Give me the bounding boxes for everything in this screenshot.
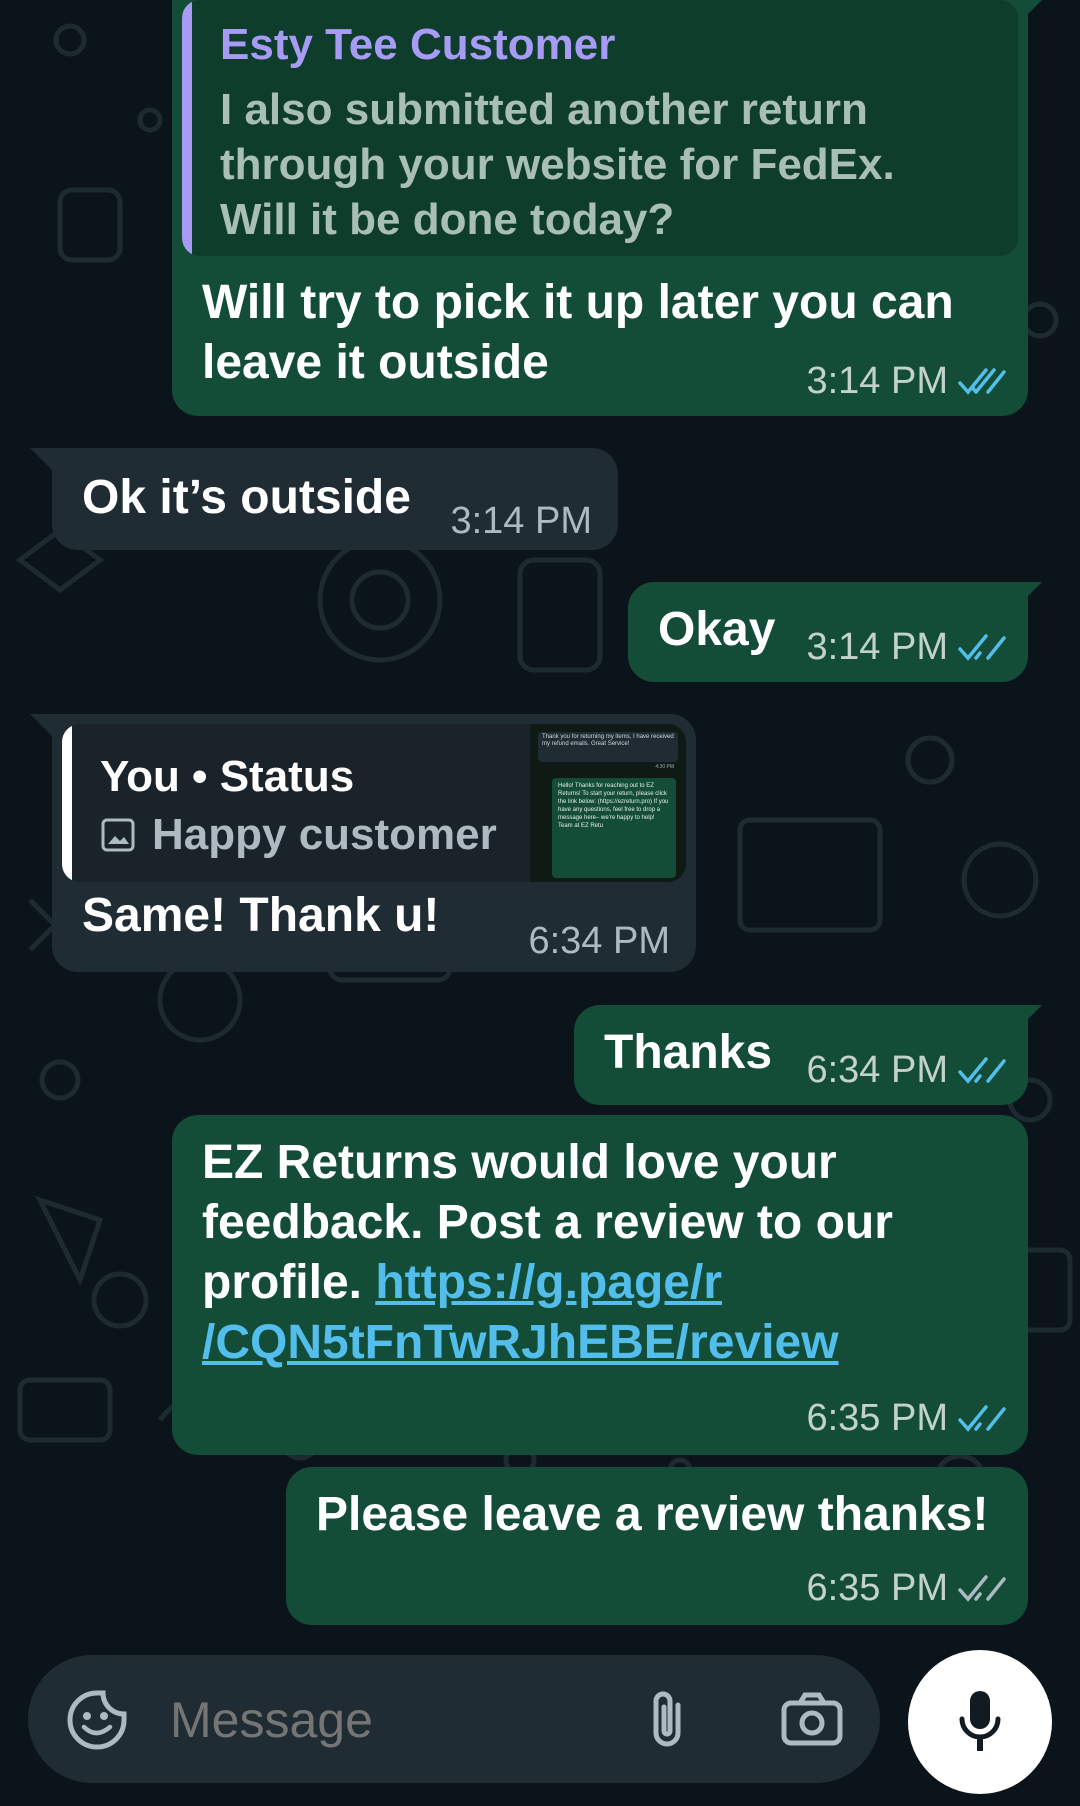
quote-status-line: Happy customer xyxy=(100,810,497,860)
status-thumbnail[interactable]: Thank you for returning my items, I have… xyxy=(530,724,686,882)
delivered-receipt-icon xyxy=(958,1574,1006,1602)
bubble-tail xyxy=(30,448,52,470)
read-receipt-icon xyxy=(958,633,1006,661)
message-text: Okay xyxy=(658,603,776,656)
quoted-message[interactable]: Esty Tee Customer I also submitted anoth… xyxy=(182,0,1018,256)
message-text: Thanks xyxy=(604,1026,773,1079)
thumbnail-text: Thank you for returning my items, I have… xyxy=(542,734,674,747)
message-meta: 3:14 PM xyxy=(806,360,1006,403)
message-meta: 6:34 PM xyxy=(528,920,670,963)
thumbnail-bubble-incoming: Thank you for returning my items, I have… xyxy=(538,732,678,762)
bubble-tail xyxy=(1020,1005,1042,1027)
message-meta: 3:14 PM xyxy=(806,626,1006,669)
message-bubble-incoming[interactable]: Ok it’s outside 3:14 PM xyxy=(52,448,618,550)
bubble-tail xyxy=(1020,582,1042,604)
thumbnail-time: 4:30 PM xyxy=(655,764,674,770)
read-receipt-icon xyxy=(958,1056,1006,1084)
quote-accent-bar xyxy=(62,724,72,882)
read-receipt-icon xyxy=(958,1404,1006,1432)
message-time: 6:35 PM xyxy=(806,1397,948,1439)
review-link-line1[interactable]: https://g.page/r xyxy=(375,1256,722,1309)
message-bubble-incoming[interactable]: You • Status Happy customer Thank you fo… xyxy=(52,714,696,972)
camera-icon[interactable] xyxy=(780,1689,844,1749)
message-text: Please leave a review thanks! xyxy=(316,1488,989,1541)
quoted-status[interactable]: You • Status Happy customer Thank you fo… xyxy=(62,724,686,882)
message-meta: 3:14 PM xyxy=(450,500,592,543)
quote-author: Esty Tee Customer xyxy=(220,20,616,69)
message-bubble-outgoing[interactable]: Please leave a review thanks! 6:35 PM xyxy=(286,1467,1028,1625)
message-time: 3:14 PM xyxy=(806,360,948,402)
message-time: 3:14 PM xyxy=(450,500,592,542)
message-text: Same! Thank u! xyxy=(82,889,440,942)
sticker-icon[interactable] xyxy=(66,1689,128,1751)
microphone-icon xyxy=(959,1691,1001,1751)
message-meta: 6:35 PM xyxy=(806,1567,1006,1610)
quote-accent-bar xyxy=(182,0,192,256)
message-time: 6:34 PM xyxy=(806,1049,948,1091)
quote-text: Happy customer xyxy=(152,810,497,859)
message-composer[interactable] xyxy=(28,1655,880,1783)
review-link-line2[interactable]: /CQN5tFnTwRJhEBE/review xyxy=(202,1316,839,1369)
voice-record-button[interactable] xyxy=(908,1650,1052,1794)
message-meta: 6:35 PM xyxy=(806,1397,1006,1440)
message-input[interactable] xyxy=(168,1679,632,1761)
message-time: 3:14 PM xyxy=(806,626,948,668)
message-time: 6:35 PM xyxy=(806,1567,948,1609)
read-receipt-icon xyxy=(958,367,1006,395)
bubble-tail xyxy=(30,714,52,736)
paperclip-icon[interactable] xyxy=(644,1687,690,1751)
message-text-block: EZ Returns would love your feedback. Pos… xyxy=(202,1133,1002,1373)
message-bubble-outgoing[interactable]: EZ Returns would love your feedback. Pos… xyxy=(172,1115,1028,1455)
message-text: Ok it’s outside xyxy=(82,471,411,524)
bubble-tail xyxy=(1020,0,1042,22)
thumbnail-reply-text: Hello! Thanks for reaching out to EZ Ret… xyxy=(558,783,669,829)
image-icon xyxy=(101,818,135,852)
message-bubble-outgoing[interactable]: Esty Tee Customer I also submitted anoth… xyxy=(172,0,1028,416)
message-bubble-outgoing[interactable]: Okay 3:14 PM xyxy=(628,582,1028,682)
quote-author: You • Status xyxy=(100,752,355,801)
message-time: 6:34 PM xyxy=(528,920,670,962)
thumbnail-bubble-outgoing: Hello! Thanks for reaching out to EZ Ret… xyxy=(552,778,676,878)
quote-text: I also submitted another return through … xyxy=(220,85,895,244)
message-bubble-outgoing[interactable]: Thanks 6:34 PM xyxy=(574,1005,1028,1105)
message-meta: 6:34 PM xyxy=(806,1049,1006,1092)
